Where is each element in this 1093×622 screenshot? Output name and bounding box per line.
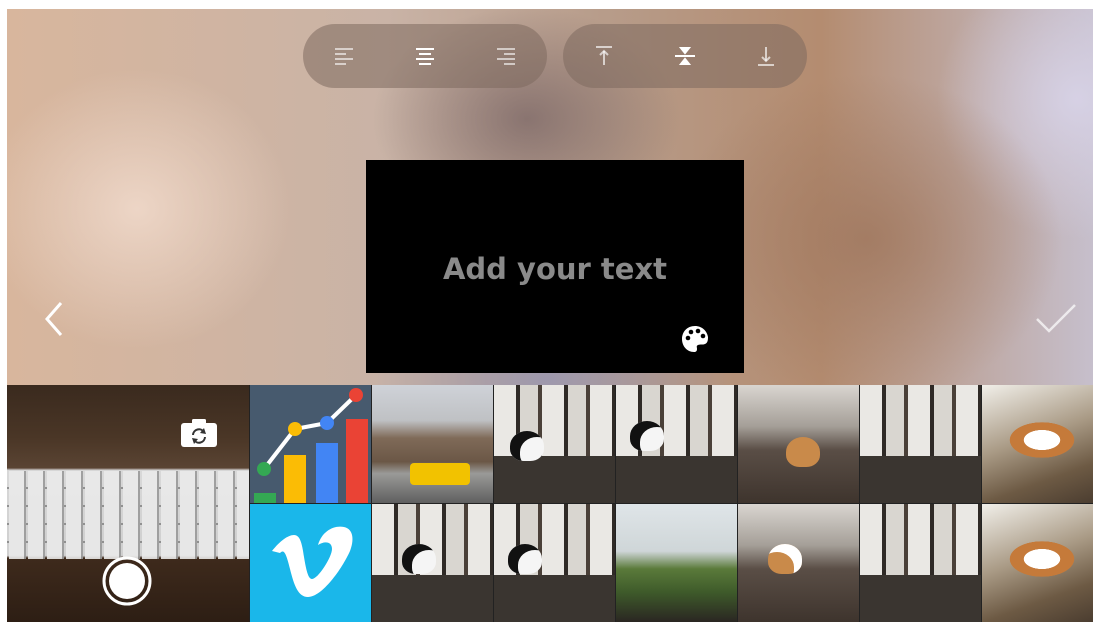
horizontal-alignment-toolbar — [303, 24, 547, 88]
color-palette-button[interactable] — [679, 323, 711, 355]
cat-thumbnail — [402, 544, 436, 574]
camera-flip-button[interactable] — [179, 417, 219, 449]
confirm-button[interactable] — [1032, 299, 1082, 339]
align-center-button[interactable] — [405, 36, 445, 76]
photo-tile[interactable] — [372, 504, 493, 622]
checkmark-icon — [1036, 304, 1076, 333]
photo-tile[interactable] — [860, 504, 981, 622]
photo-tile[interactable] — [494, 504, 615, 622]
cat-thumbnail — [510, 431, 544, 461]
vertical-alignment-toolbar — [563, 24, 807, 88]
align-center-icon — [415, 48, 434, 65]
keyboard-preview — [7, 471, 249, 559]
align-bottom-icon — [758, 47, 775, 66]
align-left-button[interactable] — [324, 36, 364, 76]
editor-screen: Add your text — [7, 9, 1093, 622]
photo-tile[interactable] — [494, 385, 615, 503]
vimeo-app-tile[interactable] — [250, 504, 371, 622]
palette-icon — [682, 326, 708, 352]
photo-tile[interactable] — [860, 385, 981, 503]
align-left-icon — [334, 48, 353, 65]
camera-preview-tile[interactable] — [7, 385, 249, 622]
text-card[interactable]: Add your text — [366, 160, 744, 373]
photo-tile[interactable] — [738, 504, 859, 622]
photo-tile[interactable] — [738, 385, 859, 503]
van-thumbnail — [410, 463, 470, 485]
shutter-icon — [102, 556, 152, 606]
vimeo-icon — [271, 526, 352, 597]
photo-tile[interactable] — [616, 385, 737, 503]
align-middle-icon — [674, 47, 695, 65]
align-top-icon — [595, 46, 612, 65]
cat-thumbnail — [508, 544, 542, 574]
align-right-icon — [497, 48, 516, 65]
dog-thumbnail — [768, 544, 802, 574]
back-button[interactable] — [37, 299, 73, 339]
photo-tile[interactable] — [982, 385, 1093, 503]
shutter-button[interactable] — [101, 555, 153, 607]
photo-tile[interactable] — [616, 504, 737, 622]
align-bottom-button[interactable] — [746, 36, 786, 76]
align-top-button[interactable] — [584, 36, 624, 76]
photo-tile[interactable] — [372, 385, 493, 503]
photo-tile[interactable] — [982, 504, 1093, 622]
chart-app-tile[interactable] — [250, 385, 371, 503]
dog-thumbnail — [786, 437, 820, 467]
cat-thumbnail — [630, 421, 664, 451]
chart-app-icon — [254, 388, 368, 503]
chevron-left-icon — [45, 302, 63, 336]
camera-flip-icon — [181, 419, 217, 447]
align-middle-button[interactable] — [665, 36, 705, 76]
media-gallery — [7, 385, 1093, 622]
align-right-button[interactable] — [486, 36, 526, 76]
text-placeholder[interactable]: Add your text — [366, 252, 744, 286]
